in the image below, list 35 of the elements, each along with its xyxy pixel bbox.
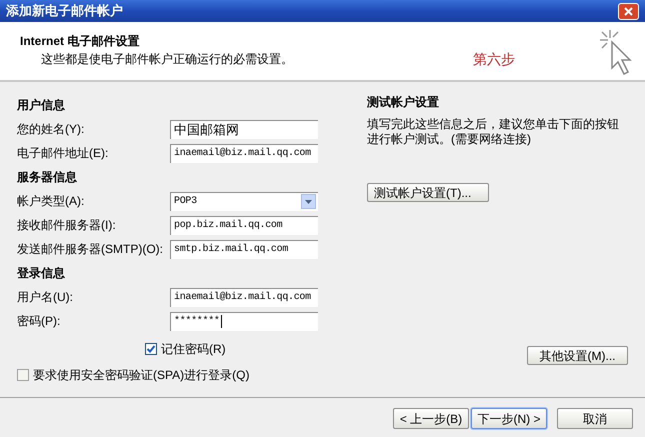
checkbox-label: 要求使用安全密码验证(SPA)进行登录(Q) — [33, 367, 250, 384]
cursor-sparkle-icon — [598, 28, 634, 76]
field-label: 帐户类型(A): — [17, 193, 86, 210]
section-heading: 测试帐户设置 — [367, 94, 440, 111]
input-field[interactable]: 中国邮箱网 — [170, 120, 318, 138]
field-label: 用户名(U): — [17, 289, 74, 306]
step-label: 第六步 — [473, 50, 515, 69]
cancel-button[interactable]: 取消 — [557, 408, 633, 429]
section-heading: 服务器信息 — [17, 169, 78, 186]
field-label: 您的姓名(Y): — [17, 121, 86, 138]
close-button[interactable] — [618, 2, 639, 20]
field-label: 电子邮件地址(E): — [17, 145, 110, 162]
header-title: Internet 电子邮件设置 — [20, 33, 140, 50]
field-label: 密码(P): — [17, 313, 62, 330]
field-label: 发送邮件服务器(SMTP)(O): — [17, 241, 164, 258]
field-label: 接收邮件服务器(I): — [17, 217, 117, 234]
input-field[interactable]: inaemail@biz.mail.qq.com — [170, 288, 318, 306]
checkbox[interactable] — [17, 369, 29, 381]
next-button[interactable]: 下一步(N) > — [471, 408, 547, 429]
checkbox[interactable] — [145, 343, 157, 355]
input-field[interactable]: smtp.biz.mail.qq.com — [170, 240, 318, 258]
section-heading: 登录信息 — [17, 265, 66, 282]
window-title: 添加新电子邮件帐户 — [6, 2, 123, 20]
description-text: 填写完此这些信息之后，建议您单击下面的按钮进行帐户测试。(需要网络连接) — [367, 117, 620, 147]
test-account-button[interactable]: 测试帐户设置(T)... — [367, 183, 489, 202]
dropdown-field[interactable]: POP3 — [170, 192, 318, 210]
checkbox-label: 记住密码(R) — [161, 341, 226, 358]
password-field[interactable]: ******** — [170, 312, 318, 330]
close-icon — [624, 6, 633, 16]
input-field[interactable]: pop.biz.mail.qq.com — [170, 216, 318, 234]
back-button[interactable]: < 上一步(B) — [393, 408, 469, 429]
section-heading: 用户信息 — [17, 97, 66, 114]
header-subtitle: 这些都是使电子邮件帐户正确运行的必需设置。 — [40, 51, 293, 68]
more-settings-button[interactable]: 其他设置(M)... — [527, 346, 628, 365]
input-field[interactable]: inaemail@biz.mail.qq.com — [170, 144, 318, 162]
